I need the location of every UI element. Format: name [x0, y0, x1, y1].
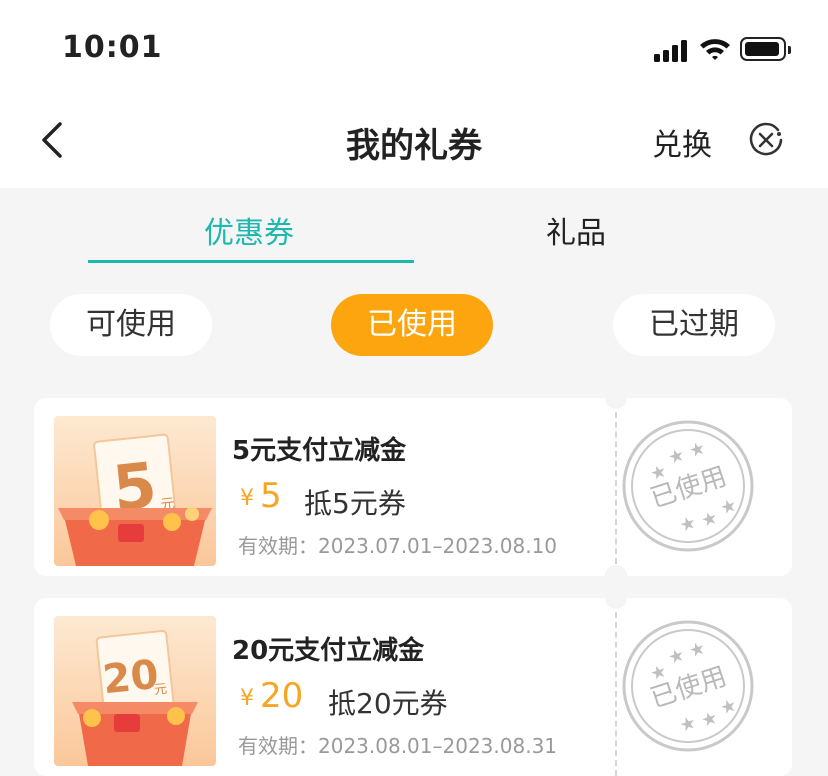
coupon-thumbnail: 20 元	[54, 616, 216, 766]
top-bar: 10:01 我的礼券 兑换	[0, 0, 828, 188]
close-miniprogram-icon[interactable]	[748, 122, 784, 158]
coupon-card[interactable]: 5 元 5元支付立减金 ¥ 5 抵5元券 有效期：2023.07.01–2023…	[34, 398, 792, 576]
filter-expired[interactable]: 已过期	[613, 294, 775, 356]
svg-text:★: ★	[677, 512, 699, 537]
thumb-amount: 20	[101, 652, 161, 704]
svg-text:★: ★	[666, 644, 688, 669]
coupon-tabs: 优惠券 礼品	[0, 188, 828, 268]
svg-text:★: ★	[666, 444, 688, 469]
wifi-icon	[700, 39, 730, 60]
coupon-thumbnail: 5 元	[54, 416, 216, 566]
battery-icon	[740, 37, 791, 61]
svg-text:★: ★	[686, 437, 708, 462]
svg-text:★: ★	[699, 707, 721, 732]
tab-coupons[interactable]: 优惠券	[204, 208, 294, 252]
coupon-desc: 抵20元券	[328, 687, 448, 720]
divider	[615, 412, 617, 564]
svg-text:元: 元	[153, 682, 168, 698]
coupon-validity: 有效期：2023.07.01–2023.08.10	[238, 534, 558, 558]
coupon-title: 20元支付立减金	[232, 636, 425, 666]
exchange-button[interactable]: 兑换	[652, 120, 712, 164]
cellular-signal-icon	[654, 40, 687, 62]
coupon-desc: 抵5元券	[304, 487, 406, 520]
svg-text:★: ★	[699, 507, 721, 532]
status-time: 10:01	[62, 30, 163, 65]
coupon-amount: 5	[260, 476, 282, 516]
filter-used[interactable]: 已使用	[331, 294, 493, 356]
coupon-amount: 20	[260, 676, 304, 716]
coupon-validity: 有效期：2023.08.01–2023.08.31	[238, 734, 558, 758]
tab-gifts[interactable]: 礼品	[546, 208, 606, 252]
used-stamp: 已使用 ★ ★ ★ ★ ★ ★	[622, 620, 754, 752]
active-tab-indicator	[88, 260, 414, 263]
divider	[615, 612, 617, 776]
yen-symbol: ¥	[240, 686, 254, 711]
coupon-card[interactable]: 20 元 20元支付立减金 ¥ 20 抵20元券 有效期：2023.08.01–…	[34, 598, 792, 776]
used-stamp: 已使用 ★ ★ ★ ★ ★ ★	[622, 420, 754, 552]
coupon-title: 5元支付立减金	[232, 436, 407, 466]
svg-text:★: ★	[686, 637, 708, 662]
yen-symbol: ¥	[240, 486, 254, 511]
svg-text:★: ★	[677, 712, 699, 737]
filter-available[interactable]: 可使用	[50, 294, 212, 356]
